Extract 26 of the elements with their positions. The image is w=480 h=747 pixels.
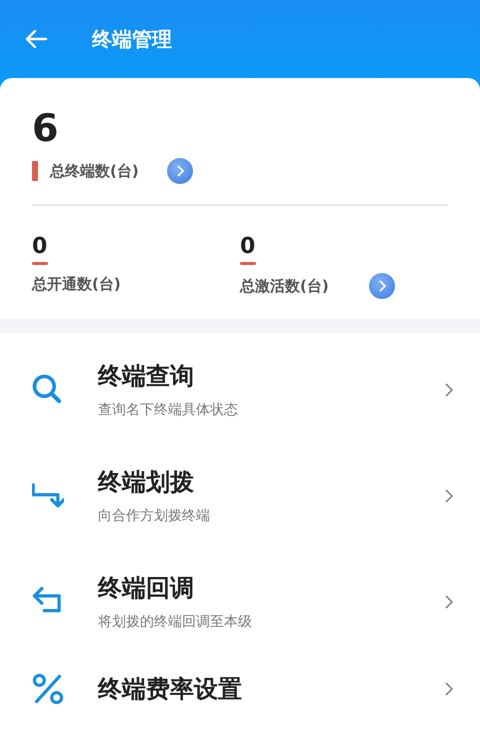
- stat-value: 0: [240, 236, 256, 258]
- menu-item[interactable]: 终端回调 将划拨的终端回调至本级: [0, 548, 480, 655]
- chevron-right-icon: [174, 164, 185, 178]
- details-button[interactable]: [166, 158, 193, 184]
- menu-item[interactable]: 终端查询 查询名下终端具体状态: [0, 336, 480, 443]
- total-count: 6: [32, 108, 60, 150]
- stat-value: 0: [32, 236, 48, 258]
- menu-subtitle: 查询名下终端具体状态: [98, 401, 239, 420]
- accent-bar: [32, 160, 38, 181]
- chevron-right-icon: [376, 278, 387, 293]
- menu-title: 终端划拨: [98, 467, 195, 498]
- menu-title: 终端费率设置: [98, 674, 243, 705]
- menu-item[interactable]: 终端费率设置: [0, 654, 480, 707]
- search-icon: [32, 374, 64, 406]
- percent-icon: [32, 672, 64, 705]
- back-icon[interactable]: [24, 29, 48, 49]
- stat-label: 总激活数(台): [240, 276, 329, 297]
- details-button[interactable]: [368, 272, 395, 299]
- stat-label: 总开通数(台): [32, 274, 121, 295]
- menu-item[interactable]: 终端划拨 向合作方划拨终端: [0, 442, 480, 549]
- total-label: 总终端数(台): [50, 160, 139, 182]
- menu-title: 终端查询: [98, 361, 195, 392]
- menu-title: 终端回调: [98, 573, 195, 604]
- menu-subtitle: 将划拨的终端回调至本级: [98, 613, 253, 632]
- menu-subtitle: 向合作方划拨终端: [98, 507, 211, 526]
- page-title: 终端管理: [92, 26, 172, 53]
